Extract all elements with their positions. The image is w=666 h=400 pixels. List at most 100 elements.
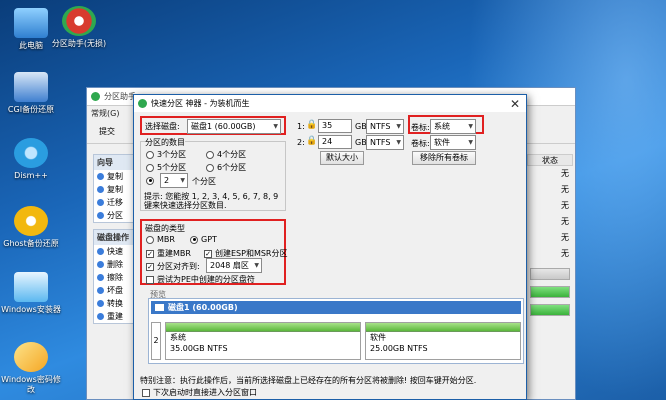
chevron-down-icon: ▼ — [254, 262, 259, 269]
partition-count-unit: 个分区 — [192, 177, 216, 186]
sidebar-item[interactable]: 复制 — [94, 183, 136, 196]
partition-count-label: 分区的数目 — [145, 137, 185, 148]
item-icon — [97, 173, 104, 180]
radio-custom-partitions[interactable] — [146, 176, 157, 185]
sidebar-item[interactable]: 坏盘 — [94, 284, 136, 297]
checkbox-box: ✓ — [204, 249, 212, 258]
select-disk-value: 磁盘1 (60.00GB) — [191, 122, 256, 131]
sidebar-item-label: 重建 — [107, 312, 123, 321]
partition-name: 软件 — [370, 333, 386, 342]
item-icon — [97, 274, 104, 281]
sidebar-item-label: 迁移 — [107, 198, 123, 207]
sidebar-item[interactable]: 复制 — [94, 170, 136, 183]
cgi-backup-icon — [14, 72, 48, 102]
radio-circle — [206, 163, 214, 172]
item-icon — [97, 248, 104, 255]
sidebar-item[interactable]: 迁移 — [94, 196, 136, 209]
desktop-icon-label: 此电脑 — [19, 41, 43, 50]
quick-partition-dialog: 快速分区 神器 - 为装机而生 ✕ 选择磁盘: 磁盘1 (60.00GB) ▼ … — [133, 94, 527, 400]
close-icon[interactable]: ✕ — [504, 96, 526, 112]
desktop-icon-label: Windows密码修改 — [1, 375, 61, 394]
lock-icon[interactable]: 🔒 — [306, 120, 317, 130]
radio-5-partitions[interactable]: 5个分区 — [146, 162, 186, 173]
dialog-title: 快速分区 神器 - 为装机而生 — [151, 99, 250, 108]
preview-disk-title: 磁盘1 (60.00GB) — [168, 303, 238, 312]
radio-3-partitions[interactable]: 3个分区 — [146, 149, 186, 160]
filesystem-combo[interactable]: NTFS ▼ — [366, 119, 404, 134]
pe-letter-checkbox[interactable]: 尝试为PE中创建的分区盘符 — [146, 274, 255, 285]
dialog-titlebar: 快速分区 神器 - 为装机而生 ✕ — [134, 95, 526, 112]
next-boot-checkbox[interactable]: 下次启动时直接进入分区窗口 — [142, 387, 257, 398]
app-icon — [91, 92, 100, 101]
preview-disk-number: 2 — [151, 322, 161, 360]
status-cell: 无 — [561, 185, 569, 194]
item-icon — [97, 261, 104, 268]
sidebar-item[interactable]: 分区 — [94, 209, 136, 222]
desktop-icon-partition-assistant[interactable]: 分区助手(无损) — [48, 6, 110, 49]
align-checkbox[interactable]: ✓ 分区对齐到: — [146, 261, 200, 272]
radio-circle — [206, 150, 214, 159]
desktop-icon-dism[interactable]: Dism++ — [0, 138, 62, 181]
remove-labels-button[interactable]: 移除所有卷标 — [412, 151, 476, 165]
align-combo[interactable]: 2048 扇区 ▼ — [206, 258, 262, 273]
radio-label: 3个分区 — [157, 150, 187, 159]
partition-size-input[interactable]: 35 — [318, 119, 352, 133]
bg-window-title: 分区助手 — [104, 92, 136, 101]
preview-disk-header: 磁盘1 (60.00GB) — [151, 301, 521, 314]
radio-mbr[interactable]: MBR — [146, 235, 175, 244]
radio-label: MBR — [157, 235, 175, 244]
radio-circle — [146, 176, 154, 185]
partition-count-combo[interactable]: 2 ▼ — [160, 173, 188, 188]
partition-info: 25.00GB NTFS — [370, 344, 428, 353]
checkbox-box — [142, 388, 150, 397]
sidebar-item[interactable]: 快速 — [94, 245, 136, 258]
disk-ops-panel: 磁盘操作 快速 删除 擦除 坏盘 转换 重建 — [93, 229, 137, 324]
default-size-button[interactable]: 默认大小 — [320, 151, 364, 165]
sidebar-item[interactable]: 删除 — [94, 258, 136, 271]
radio-label: 4个分区 — [217, 150, 247, 159]
desktop-icon-windows-installer[interactable]: Windows安装器 — [0, 272, 62, 315]
sidebar-item[interactable]: 转换 — [94, 297, 136, 310]
submit-button[interactable]: 提交 — [99, 126, 115, 137]
sidebar-item-label: 复制 — [107, 185, 123, 194]
partition-count-value: 2 — [164, 176, 170, 185]
desktop-icon-windows-password[interactable]: Windows密码修改 — [0, 342, 62, 395]
checkbox-label: 尝试为PE中创建的分区盘符 — [157, 275, 255, 284]
partition-usage-bar — [366, 323, 520, 332]
chevron-down-icon: ▼ — [396, 123, 401, 130]
select-disk-combo[interactable]: 磁盘1 (60.00GB) ▼ — [187, 119, 281, 134]
preview-partition-software: 软件 25.00GB NTFS — [365, 322, 521, 360]
sidebar-item[interactable]: 重建 — [94, 310, 136, 323]
volume-label-value: 软件 — [434, 138, 450, 147]
chevron-down-icon: ▼ — [180, 177, 185, 184]
status-cell: 无 — [561, 201, 569, 210]
desktop-icon-cgi[interactable]: CGI备份还原 — [0, 72, 62, 115]
desktop-icon-ghost[interactable]: Ghost备份还原 — [0, 206, 62, 249]
radio-gpt[interactable]: GPT — [190, 235, 217, 244]
disk-bar — [530, 304, 570, 316]
partition-index: 1: — [297, 122, 305, 131]
volume-label-combo[interactable]: 系统 ▼ — [430, 119, 476, 134]
radio-circle — [146, 163, 154, 172]
menu-general[interactable]: 常规(G) — [91, 108, 119, 119]
sidebar-item[interactable]: 擦除 — [94, 271, 136, 284]
wizard-panel: 向导 复制 复制 迁移 分区 — [93, 154, 137, 223]
disk-bar — [530, 286, 570, 298]
volume-label-combo[interactable]: 软件 ▼ — [430, 135, 476, 150]
sidebar-item-label: 分区 — [107, 211, 123, 220]
radio-4-partitions[interactable]: 4个分区 — [206, 149, 246, 160]
status-cell: 无 — [561, 249, 569, 258]
partition-size-input[interactable]: 24 — [318, 135, 352, 149]
partition-assistant-icon — [62, 6, 96, 36]
status-header: 状态 — [527, 154, 573, 166]
filesystem-combo[interactable]: NTFS ▼ — [366, 135, 404, 150]
partition-info: 35.00GB NTFS — [170, 344, 228, 353]
chevron-down-icon: ▼ — [468, 123, 473, 130]
radio-6-partitions[interactable]: 6个分区 — [206, 162, 246, 173]
volume-label-value: 系统 — [434, 122, 450, 131]
lock-icon[interactable]: 🔒 — [306, 136, 317, 146]
radio-label: GPT — [201, 235, 217, 244]
warning-text: 特别注意：执行此操作后，当前所选择磁盘上已经存在的所有分区将被删除! 按回车键开… — [140, 376, 477, 385]
rebuild-mbr-checkbox[interactable]: ✓ 重建MBR — [146, 248, 191, 259]
chevron-down-icon: ▼ — [468, 139, 473, 146]
